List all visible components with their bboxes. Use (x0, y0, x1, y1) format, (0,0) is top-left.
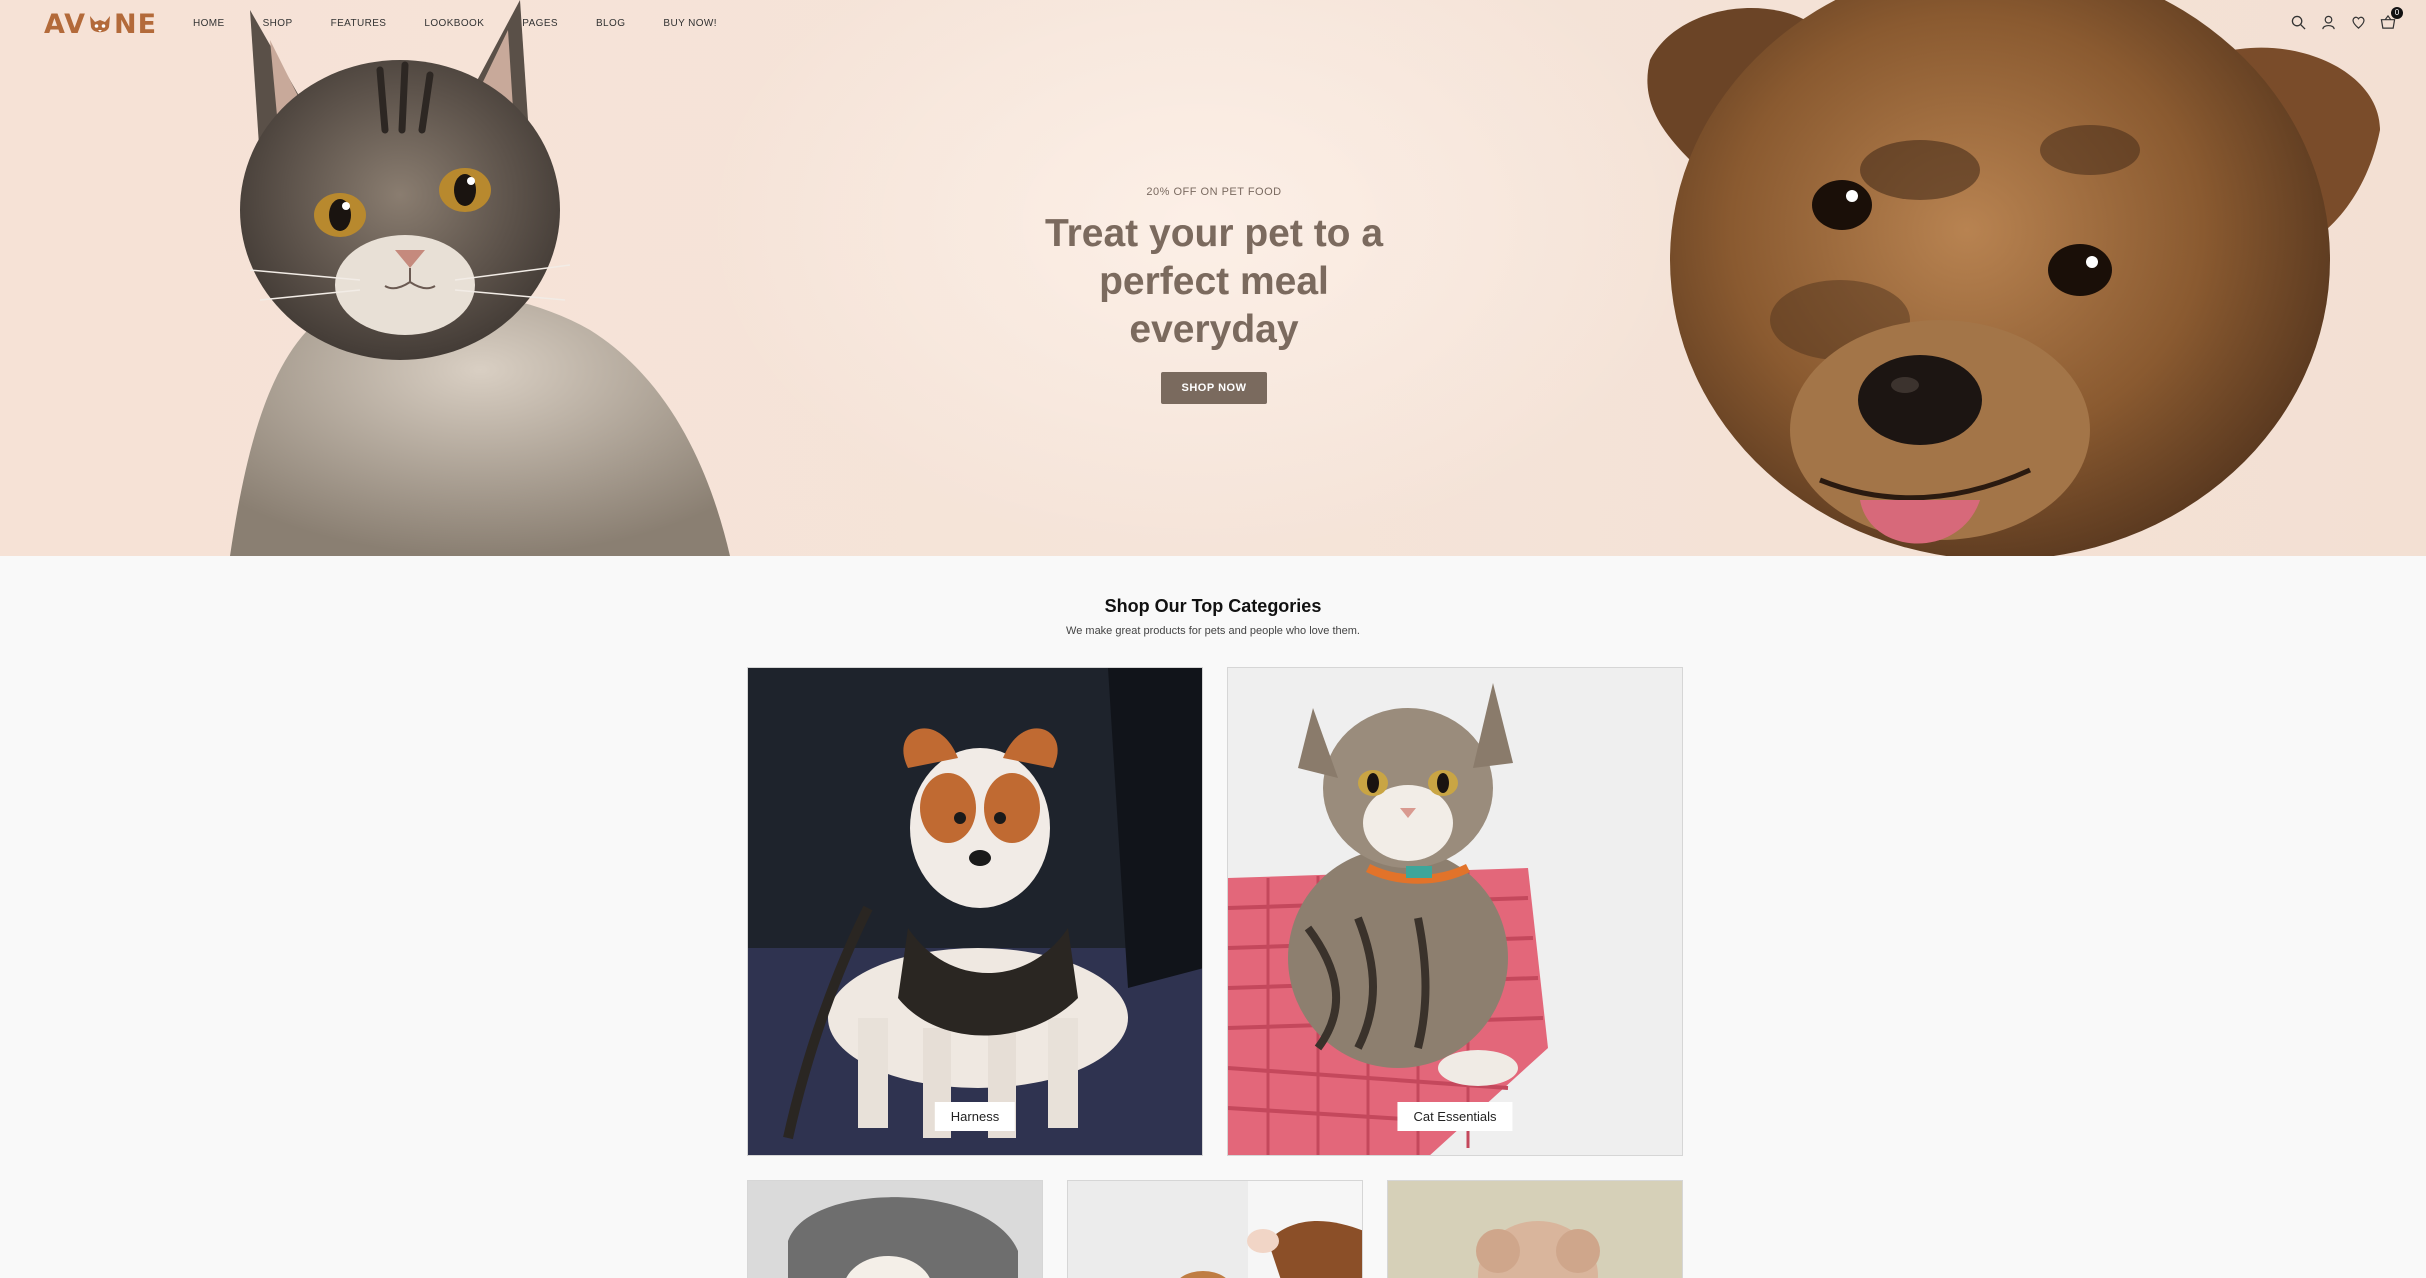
category-tile-5[interactable] (1387, 1180, 1683, 1278)
nav-item-blog[interactable]: BLOG (596, 18, 625, 29)
nav-item-lookbook[interactable]: LOOKBOOK (424, 18, 484, 29)
cart-icon[interactable]: 0 (2378, 7, 2403, 32)
categories-subtitle: We make great products for pets and peop… (1066, 625, 1360, 637)
top-navigation: AV NE HOME SHOP FEATURES LOOKBOOK PAGES … (0, 0, 2426, 46)
nav-item-pages[interactable]: PAGES (522, 18, 558, 29)
nav-item-buy-now[interactable]: BUY NOW! (663, 18, 717, 29)
category-tile-3[interactable] (747, 1180, 1043, 1278)
heart-icon[interactable] (2348, 12, 2368, 32)
category-tile-4[interactable] (1067, 1180, 1363, 1278)
hero-headline: Treat your pet to a perfect meal everyda… (1014, 210, 1414, 354)
nav-item-shop[interactable]: SHOP (263, 18, 293, 29)
dog-treat-hand-image (1068, 1181, 1362, 1278)
header-icons: 0 (2288, 7, 2403, 32)
user-icon[interactable] (2318, 12, 2338, 32)
search-icon[interactable] (2288, 12, 2308, 32)
brand-logo[interactable]: AV NE (44, 9, 157, 40)
hero-eyebrow: 20% OFF ON PET FOOD (1146, 186, 1282, 198)
main-menu: HOME SHOP FEATURES LOOKBOOK PAGES BLOG B… (193, 18, 755, 29)
hero-content: 20% OFF ON PET FOOD Treat your pet to a … (1014, 186, 1414, 404)
shop-now-button[interactable]: SHOP NOW (1160, 372, 1268, 404)
brand-name-right: NE (113, 9, 158, 40)
category-tile-harness[interactable]: Harness (747, 667, 1203, 1156)
category-label-cat-essentials[interactable]: Cat Essentials (1397, 1102, 1513, 1131)
fluffy-dog-bed-image (748, 1181, 1042, 1278)
brand-name-left: AV (44, 9, 86, 40)
harness-dog-image (748, 668, 1202, 1155)
nav-item-features[interactable]: FEATURES (331, 18, 387, 29)
cart-count-badge: 0 (2391, 7, 2403, 19)
poodle-image (1388, 1181, 1682, 1278)
hero-cat-image (230, 0, 730, 556)
category-label-harness[interactable]: Harness (934, 1102, 1016, 1131)
nav-item-home[interactable]: HOME (193, 18, 225, 29)
category-tile-cat-essentials[interactable]: Cat Essentials (1227, 667, 1683, 1156)
hero-headline-line1: Treat your pet to a (1044, 212, 1384, 255)
categories-title: Shop Our Top Categories (1104, 596, 1322, 616)
hero-headline-line2: perfect meal everyday (1099, 260, 1329, 351)
hero-dog-image (1647, 0, 2380, 556)
cat-basket-image (1228, 668, 1682, 1155)
cat-paw-logo-icon (89, 15, 110, 32)
